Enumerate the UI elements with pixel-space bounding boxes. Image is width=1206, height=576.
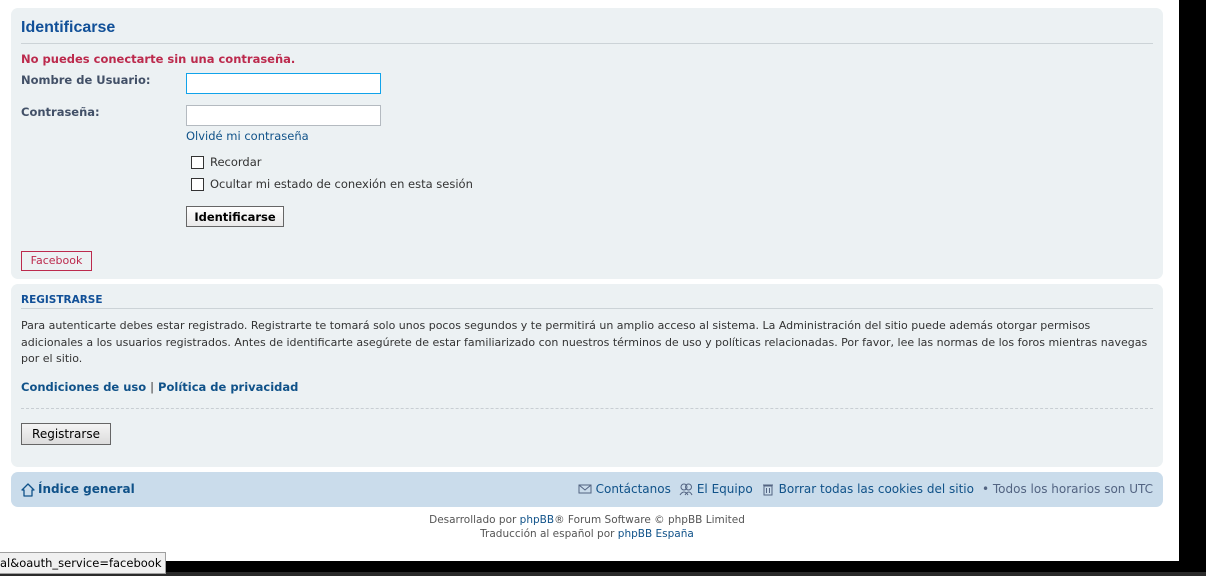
contact-us-link[interactable]: Contáctanos (596, 482, 671, 496)
page: Identificarse No puedes conectarte sin u… (0, 0, 1179, 561)
login-error-message: No puedes conectarte sin una contraseña. (21, 52, 296, 66)
login-title: Identificarse (21, 19, 116, 36)
login-panel: Identificarse No puedes conectarte sin u… (11, 8, 1163, 279)
login-button[interactable]: Identificarse (186, 206, 284, 227)
board-index-link[interactable]: Índice general (38, 482, 135, 496)
register-button[interactable]: Registrarse (21, 423, 111, 445)
register-dashed-divider (21, 408, 1153, 409)
trash-icon (762, 484, 773, 496)
username-input[interactable] (186, 73, 381, 94)
register-description: Para autenticarte debes estar registrado… (21, 319, 1148, 365)
forgot-password-link[interactable]: Olvidé mi contraseña (186, 129, 309, 143)
home-icon (21, 483, 35, 497)
privacy-policy-link[interactable]: Política de privacidad (158, 380, 298, 394)
password-input[interactable] (186, 105, 381, 126)
timezone-text: • Todos los horarios son UTC (981, 482, 1153, 496)
translation-line: Traducción al español por phpBB España (11, 527, 1163, 541)
window-edge-right (1179, 0, 1206, 576)
facebook-login-button[interactable]: Facebook (21, 251, 92, 271)
team-link[interactable]: El Equipo (697, 482, 753, 496)
envelope-icon (578, 484, 592, 494)
powered-by-line: Desarrollado por phpBB® Forum Software ©… (11, 513, 1163, 527)
register-panel: REGISTRARSE Para autenticarte debes esta… (11, 284, 1163, 467)
remember-checkbox[interactable] (191, 156, 204, 169)
hide-status-checkbox[interactable] (191, 178, 204, 191)
delete-cookies-link[interactable]: Borrar todas las cookies del sitio (779, 482, 974, 496)
powered-by-suffix: ® Forum Software © phpBB Limited (554, 514, 745, 526)
copyright-footer: Desarrollado por phpBB® Forum Software ©… (11, 513, 1163, 541)
register-links: Condiciones de uso | Política de privacida… (21, 380, 298, 394)
login-divider (21, 43, 1153, 44)
phpbb-spain-link[interactable]: phpBB España (618, 528, 694, 540)
team-icon (679, 483, 693, 496)
register-divider (21, 308, 1153, 309)
link-separator: | (150, 380, 155, 394)
terms-of-use-link[interactable]: Condiciones de uso (21, 380, 146, 394)
footer-navbar: Índice general Contáctanos El Equipo Bor… (11, 472, 1163, 507)
phpbb-link[interactable]: phpBB (520, 514, 554, 526)
register-title: REGISTRARSE (21, 294, 103, 306)
browser-status-bar: al&oauth_service=facebook (0, 552, 167, 574)
hide-status-label: Ocultar mi estado de conexión en esta se… (210, 177, 473, 191)
powered-by-prefix: Desarrollado por (429, 514, 517, 526)
navbar-right-links: Contáctanos El Equipo Borrar todas las c… (578, 482, 1153, 496)
password-label: Contraseña: (21, 105, 100, 119)
username-label: Nombre de Usuario: (21, 73, 151, 87)
translation-prefix: Traducción al español por (480, 528, 615, 540)
remember-label: Recordar (210, 155, 262, 169)
taskbar-edge (0, 572, 1206, 576)
